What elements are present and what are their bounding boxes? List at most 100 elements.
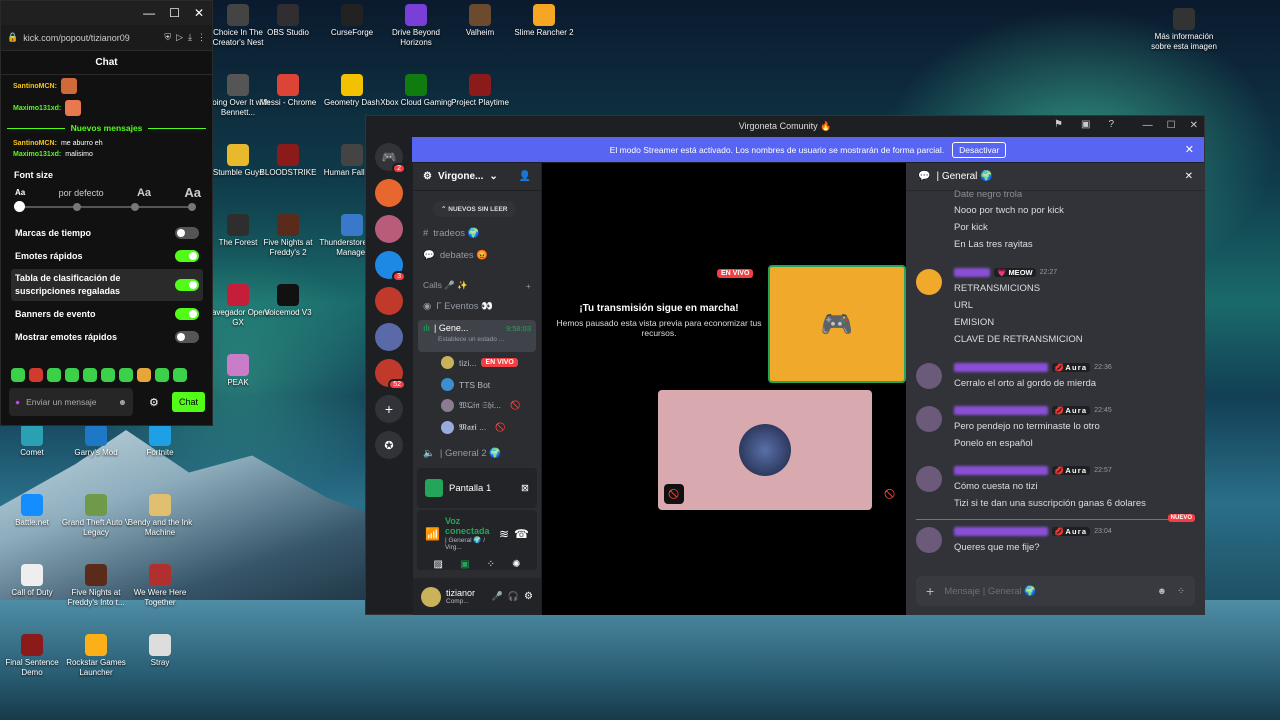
mic-icon[interactable]: ● <box>15 397 20 407</box>
explore-icon[interactable]: ✪ <box>375 431 403 459</box>
voice-channel[interactable]: ◉ Γ Eventos 👀 <box>413 301 503 312</box>
username-redacted[interactable]: XXXXXX XXX XXXXXXX <box>954 466 1048 475</box>
username-redacted[interactable]: XXXXXX XXX XXXXXXX <box>954 363 1048 372</box>
desktop-icon[interactable]: We Were Here Together <box>122 564 198 608</box>
emote-button[interactable] <box>83 368 97 382</box>
deactivate-button[interactable]: Desactivar <box>952 141 1007 158</box>
noise-suppression-icon[interactable]: ≋ <box>499 527 509 541</box>
avatar[interactable] <box>916 527 942 553</box>
voice-user[interactable]: TTS Bot <box>441 378 490 391</box>
url-text[interactable]: kick.com/popout/tizianor09 <box>23 33 159 43</box>
emote-button[interactable] <box>47 368 61 382</box>
chat-username[interactable]: SantinoMCN: <box>13 83 57 90</box>
avatar[interactable] <box>916 363 942 389</box>
discord-home-icon[interactable]: 🎮 2 <box>375 143 406 174</box>
voice-user[interactable]: 𝕸𝖆𝖝𝖎 ... 🚫 <box>441 421 506 434</box>
emoji-icon[interactable]: ☻ <box>118 397 127 407</box>
chat-username[interactable]: Maximo131xd: <box>13 105 61 112</box>
desktop-icon[interactable]: Slime Rancher 2 <box>506 4 582 38</box>
chat-input[interactable]: ● Enviar un mensaje ☻ <box>9 388 133 416</box>
setting-gift-leaderboard[interactable]: Tabla de clasificación de suscripciones … <box>11 269 203 301</box>
desktop-icon[interactable]: Stray <box>122 634 198 668</box>
font-size-slider[interactable] <box>14 201 196 212</box>
apps-icon[interactable]: ⁘ <box>1177 586 1185 597</box>
username-redacted[interactable]: XXXXXX XXX XXXXXXX <box>954 527 1048 536</box>
soundboard-icon[interactable]: ✺ <box>512 559 520 570</box>
menu-icon[interactable]: ⋮ <box>197 32 206 43</box>
setting-quick-emotes[interactable]: Emotes rápidos <box>11 250 203 262</box>
camera-off-icon[interactable]: ▨ <box>434 559 443 570</box>
participant-tile[interactable]: 🚫 <box>878 390 906 510</box>
avatar[interactable] <box>916 406 942 432</box>
add-member-icon[interactable]: 👤 <box>519 171 531 182</box>
chat-username[interactable]: SantinoMCN: <box>13 140 57 147</box>
headphones-icon[interactable]: 🎧 <box>508 591 519 602</box>
gear-icon[interactable]: ⚙ <box>524 591 533 602</box>
close-icon[interactable]: ✕ <box>1185 171 1193 182</box>
font-size-option[interactable]: por defecto <box>59 188 104 198</box>
send-chat-button[interactable]: Chat <box>172 392 205 412</box>
emote-button[interactable] <box>29 368 43 382</box>
font-size-option[interactable]: Aa <box>15 188 25 197</box>
voice-channel-active[interactable]: ılı | Gene... 9:58:03 Establece un estad… <box>418 320 536 352</box>
plus-icon[interactable]: + <box>526 281 531 291</box>
category-calls[interactable]: Calls 🎤 ✨ + <box>413 280 541 291</box>
server-icon[interactable]: 3 <box>375 251 406 282</box>
emote-button[interactable] <box>173 368 187 382</box>
close-icon[interactable]: ✕ <box>1185 143 1194 156</box>
desktop-icon[interactable]: Bendy and the Ink Machine <box>122 494 198 538</box>
flag-icon[interactable]: ⚑ <box>1054 119 1063 130</box>
toggle-switch[interactable] <box>175 250 199 262</box>
stop-share-icon[interactable]: ⊠ <box>521 483 529 494</box>
close-button[interactable]: ✕ <box>1190 120 1198 131</box>
toggle-switch[interactable] <box>175 308 199 320</box>
emote-button[interactable] <box>155 368 169 382</box>
server-icon[interactable] <box>375 287 403 315</box>
voice-channel-link[interactable]: | General 🌍 / Virg... <box>445 536 494 551</box>
download-icon[interactable]: ⤓ <box>188 32 192 43</box>
desktop-icon[interactable]: Voicemod V3 <box>250 284 326 318</box>
toggle-switch[interactable] <box>175 279 199 291</box>
setting-event-banners[interactable]: Banners de evento <box>11 308 203 320</box>
plus-icon[interactable]: + <box>926 583 934 599</box>
screen-icon[interactable]: ▣ <box>1081 119 1090 130</box>
participant-tile[interactable]: 🚫 <box>658 390 872 510</box>
toggle-switch[interactable] <box>175 227 199 239</box>
chat-username[interactable]: Maximo131xd: <box>13 151 61 158</box>
desktop-icon[interactable]: Más información sobre esta imagen <box>1146 8 1222 52</box>
channel-status[interactable]: Establece un estado ... <box>418 336 536 343</box>
channel-item[interactable]: # tradeos 🌍 <box>413 228 489 239</box>
emote-button[interactable] <box>11 368 25 382</box>
username-redacted[interactable]: XXXXXX <box>954 268 991 277</box>
emote-button[interactable] <box>137 368 151 382</box>
toggle-switch[interactable] <box>175 331 199 343</box>
channel-item[interactable]: 💬 debates 😡 <box>413 250 498 261</box>
desktop-icon[interactable]: Fortnite <box>122 424 198 458</box>
server-icon[interactable] <box>375 215 403 243</box>
voice-user[interactable]: tizi... EN VIVO <box>441 356 518 369</box>
username[interactable]: tizianor <box>446 588 487 598</box>
voice-channel[interactable]: 🔈 | General 2 🌍 <box>413 448 511 459</box>
voice-user[interactable]: 𝔚𝔔𝔦𝔫 𝔖𝔥𝔦... 🚫 <box>441 399 521 412</box>
emote-button[interactable] <box>101 368 115 382</box>
minimize-button[interactable]: — <box>143 6 155 20</box>
maximize-button[interactable]: ☐ <box>169 6 180 20</box>
emoji-icon[interactable]: ☻ <box>1157 586 1167 597</box>
emote-button[interactable] <box>65 368 79 382</box>
slider-knob[interactable] <box>14 201 25 212</box>
url-bar[interactable]: 🔒 kick.com/popout/tizianor09 ⛨ ▷ ⤓ ⋮ <box>1 25 212 51</box>
setting-timestamps[interactable]: Marcas de tiempo <box>11 227 203 239</box>
username-redacted[interactable]: XXXXXX XXX XXXXXXX <box>954 406 1048 415</box>
close-button[interactable]: ✕ <box>194 6 204 20</box>
avatar[interactable] <box>916 269 942 295</box>
voice-connected-label[interactable]: Voz conectada <box>445 516 494 536</box>
server-header[interactable]: ⚙ Virgone... ⌄ 👤 <box>413 163 541 191</box>
minimize-button[interactable]: — <box>1143 120 1153 131</box>
message-input[interactable]: + Mensaje | General 🌍 ☻ ⁘ <box>916 576 1195 606</box>
user-avatar[interactable] <box>421 586 441 607</box>
font-size-option[interactable]: Aa <box>137 187 151 199</box>
server-icon[interactable]: 52 <box>375 359 406 390</box>
gear-icon[interactable]: ⚙ <box>149 396 159 409</box>
maximize-button[interactable]: ☐ <box>1167 120 1176 131</box>
disconnect-icon[interactable]: ☎ <box>514 527 529 541</box>
